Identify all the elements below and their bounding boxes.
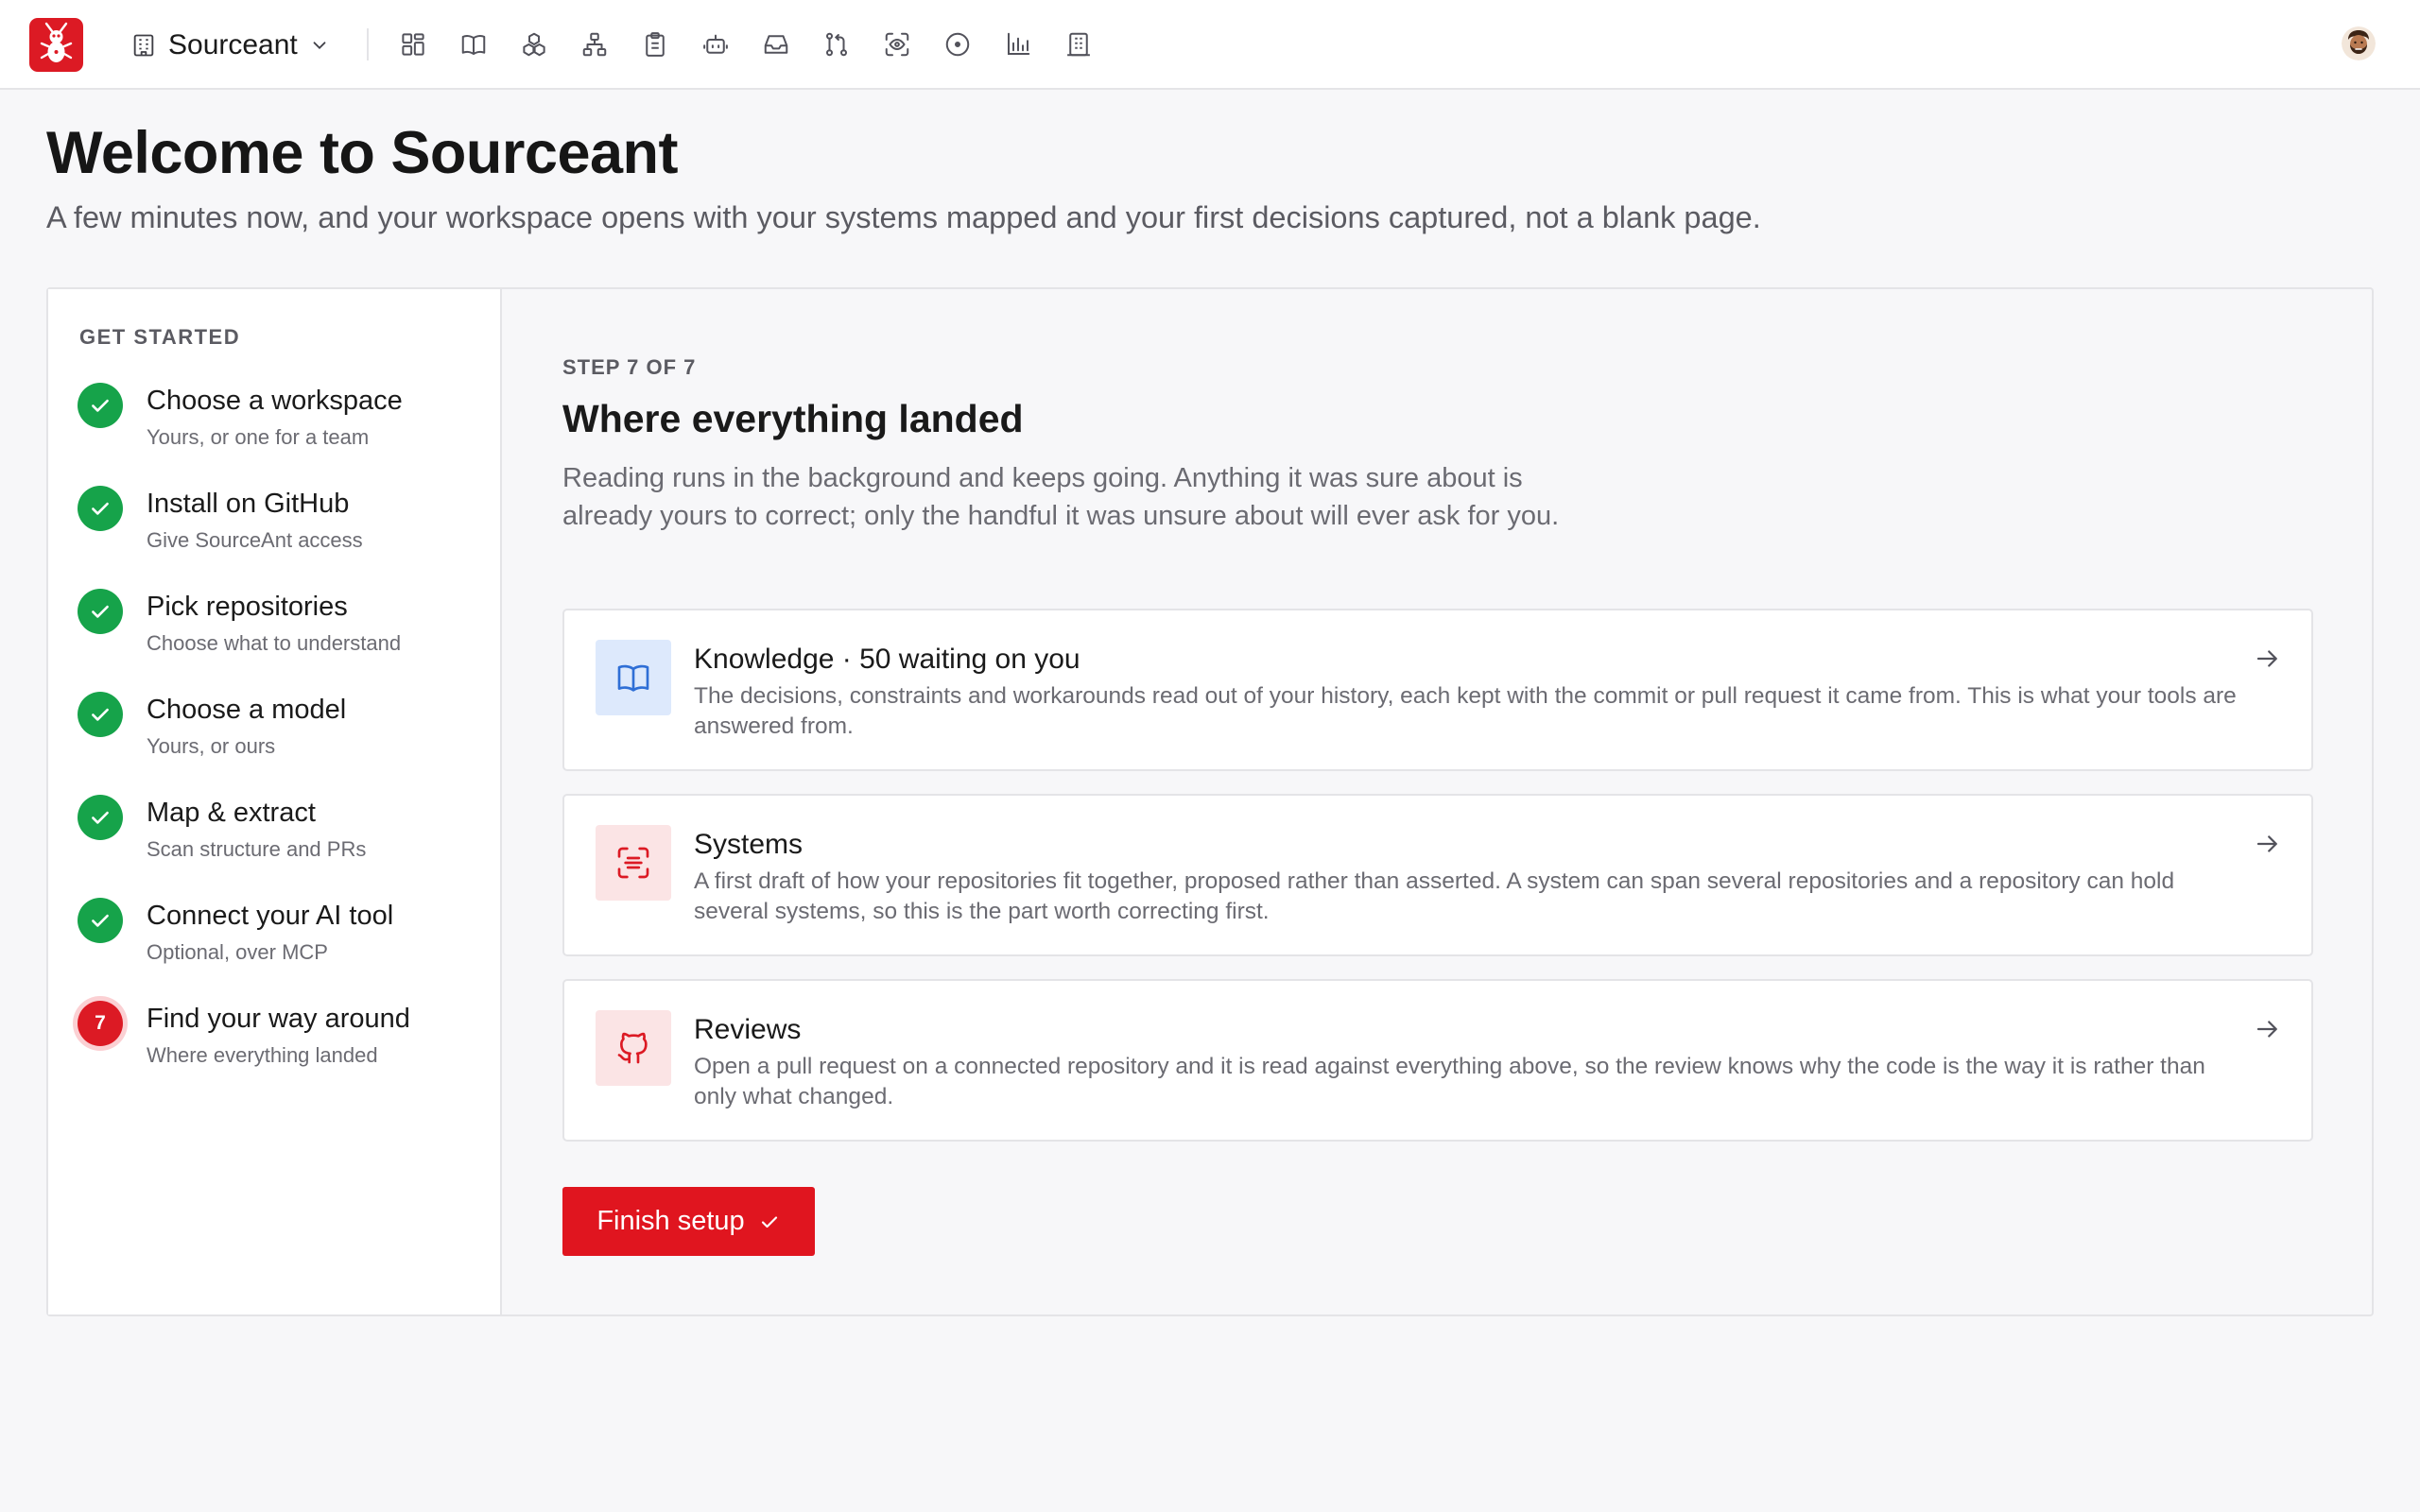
step-complete-badge [78,692,123,737]
card-icon-tile [596,825,671,901]
bar-chart-icon [1008,32,1030,55]
check-icon [92,502,109,515]
step-complete-badge [78,898,123,943]
boxes-icon [523,32,545,57]
step-complete-badge [78,795,123,840]
nav-knowledge[interactable] [456,26,492,62]
page-subtitle: A few minutes now, and your workspace op… [46,200,1761,234]
bot-icon [703,34,728,54]
reviews-card[interactable]: Reviews Open a pull request on a connect… [562,979,2313,1142]
chevron-down-icon [313,42,326,50]
building-icon [1067,32,1090,57]
step-subtitle: Where everything landed [147,1043,378,1067]
arrow-right-icon [2254,1015,2282,1043]
step-complete-badge [78,589,123,634]
check-icon [92,811,109,824]
card-icon-tile [596,640,671,715]
nav-tasks[interactable] [637,26,673,62]
top-bar: Sourceant [0,0,2420,90]
card-icon-tile [596,1010,671,1086]
circle-dot-icon [945,32,970,57]
building-icon [133,34,154,57]
workspace-switcher[interactable]: Sourceant [130,25,330,66]
step-pick-repositories[interactable]: Pick repositories Choose what to underst… [78,589,475,668]
step-title: Connect your AI tool [147,901,394,931]
sidebar-heading: GET STARTED [79,325,241,349]
finish-setup-label: Finish setup [596,1206,745,1236]
nav-organization[interactable] [1061,26,1097,62]
step-complete-badge [78,383,123,428]
step-subtitle: Give SourceAnt access [147,528,363,552]
card-description: The decisions, constraints and workaroun… [694,683,2237,739]
check-icon [92,708,109,721]
arrow-right-icon [2254,830,2282,858]
knowledge-card[interactable]: Knowledge · 50 waiting on you The decisi… [562,609,2313,771]
nav-systems[interactable] [577,26,613,62]
step-title: Pick repositories [147,592,348,622]
ant-logo-icon [40,22,73,62]
nav-dashboard[interactable] [395,26,431,62]
git-pull-request-icon [826,32,847,57]
card-description: Open a pull request on a connected repos… [694,1054,2205,1109]
onboarding-panel: GET STARTED Choose a workspace Yours, or… [46,287,2374,1316]
step-complete-badge [78,486,123,531]
nav-issues[interactable] [940,26,976,62]
step-choose-workspace[interactable]: Choose a workspace Yours, or one for a t… [78,383,475,462]
step-map-extract[interactable]: Map & extract Scan structure and PRs [78,795,475,874]
step-title: Map & extract [147,798,316,828]
step-subtitle: Scan structure and PRs [147,837,367,861]
card-title: Reviews [694,1014,802,1045]
step-subtitle: Yours, or one for a team [147,425,370,449]
systems-card[interactable]: Systems A first draft of how your reposi… [562,794,2313,956]
nav-scan[interactable] [879,26,915,62]
book-icon [461,35,486,55]
step-title: Install on GitHub [147,489,350,519]
step-counter: STEP 7 OF 7 [562,355,697,379]
step-find-your-way-around[interactable]: 7 Find your way around Where everything … [78,1001,475,1080]
workspace-name: Sourceant [168,29,298,60]
section-description: Reading runs in the background and keeps… [562,463,1560,531]
clipboard-icon [646,32,665,57]
arrow-right-icon [2254,644,2282,673]
step-subtitle: Optional, over MCP [147,940,328,964]
nav-divider [367,28,369,60]
onboarding-steps-sidebar: GET STARTED Choose a workspace Yours, or… [48,289,502,1314]
step-subtitle: Choose what to understand [147,631,402,655]
finish-setup-button[interactable]: Finish setup [562,1187,815,1256]
card-title: Knowledge · 50 waiting on you [694,644,1080,675]
user-avatar[interactable] [2342,26,2376,60]
check-icon [92,914,109,927]
step-title: Find your way around [147,1004,410,1034]
nav-inbox[interactable] [758,26,794,62]
github-icon [617,1032,648,1064]
step-subtitle: Yours, or ours [147,734,276,758]
card-title: Systems [694,829,804,860]
step-install-github[interactable]: Install on GitHub Give SourceAnt access [78,486,475,565]
check-icon [92,605,109,618]
nav-analytics[interactable] [1000,26,1036,62]
nav-agents[interactable] [698,26,734,62]
page-title: Welcome to Sourceant [46,120,679,186]
step-title: Choose a workspace [147,386,403,416]
scan-icon [617,847,649,879]
step-title: Choose a model [147,695,347,725]
avatar-icon [2342,26,2376,60]
card-description: A first draft of how your repositories f… [694,868,2175,924]
book-icon [617,664,649,692]
step-current-badge: 7 [78,1001,123,1046]
dashboard-icon [402,33,424,56]
step-choose-model[interactable]: Choose a model Yours, or ours [78,692,475,771]
section-title: Where everything landed [562,397,1024,440]
nav-pull-requests[interactable] [819,26,855,62]
inbox-icon [764,35,788,54]
sourceant-logo[interactable] [29,18,83,72]
step-connect-ai-tool[interactable]: Connect your AI tool Optional, over MCP [78,898,475,977]
hierarchy-icon [582,32,607,57]
check-icon [761,1215,777,1228]
check-icon [92,399,109,412]
scan-eye-icon [885,32,909,57]
nav-components[interactable] [516,26,552,62]
